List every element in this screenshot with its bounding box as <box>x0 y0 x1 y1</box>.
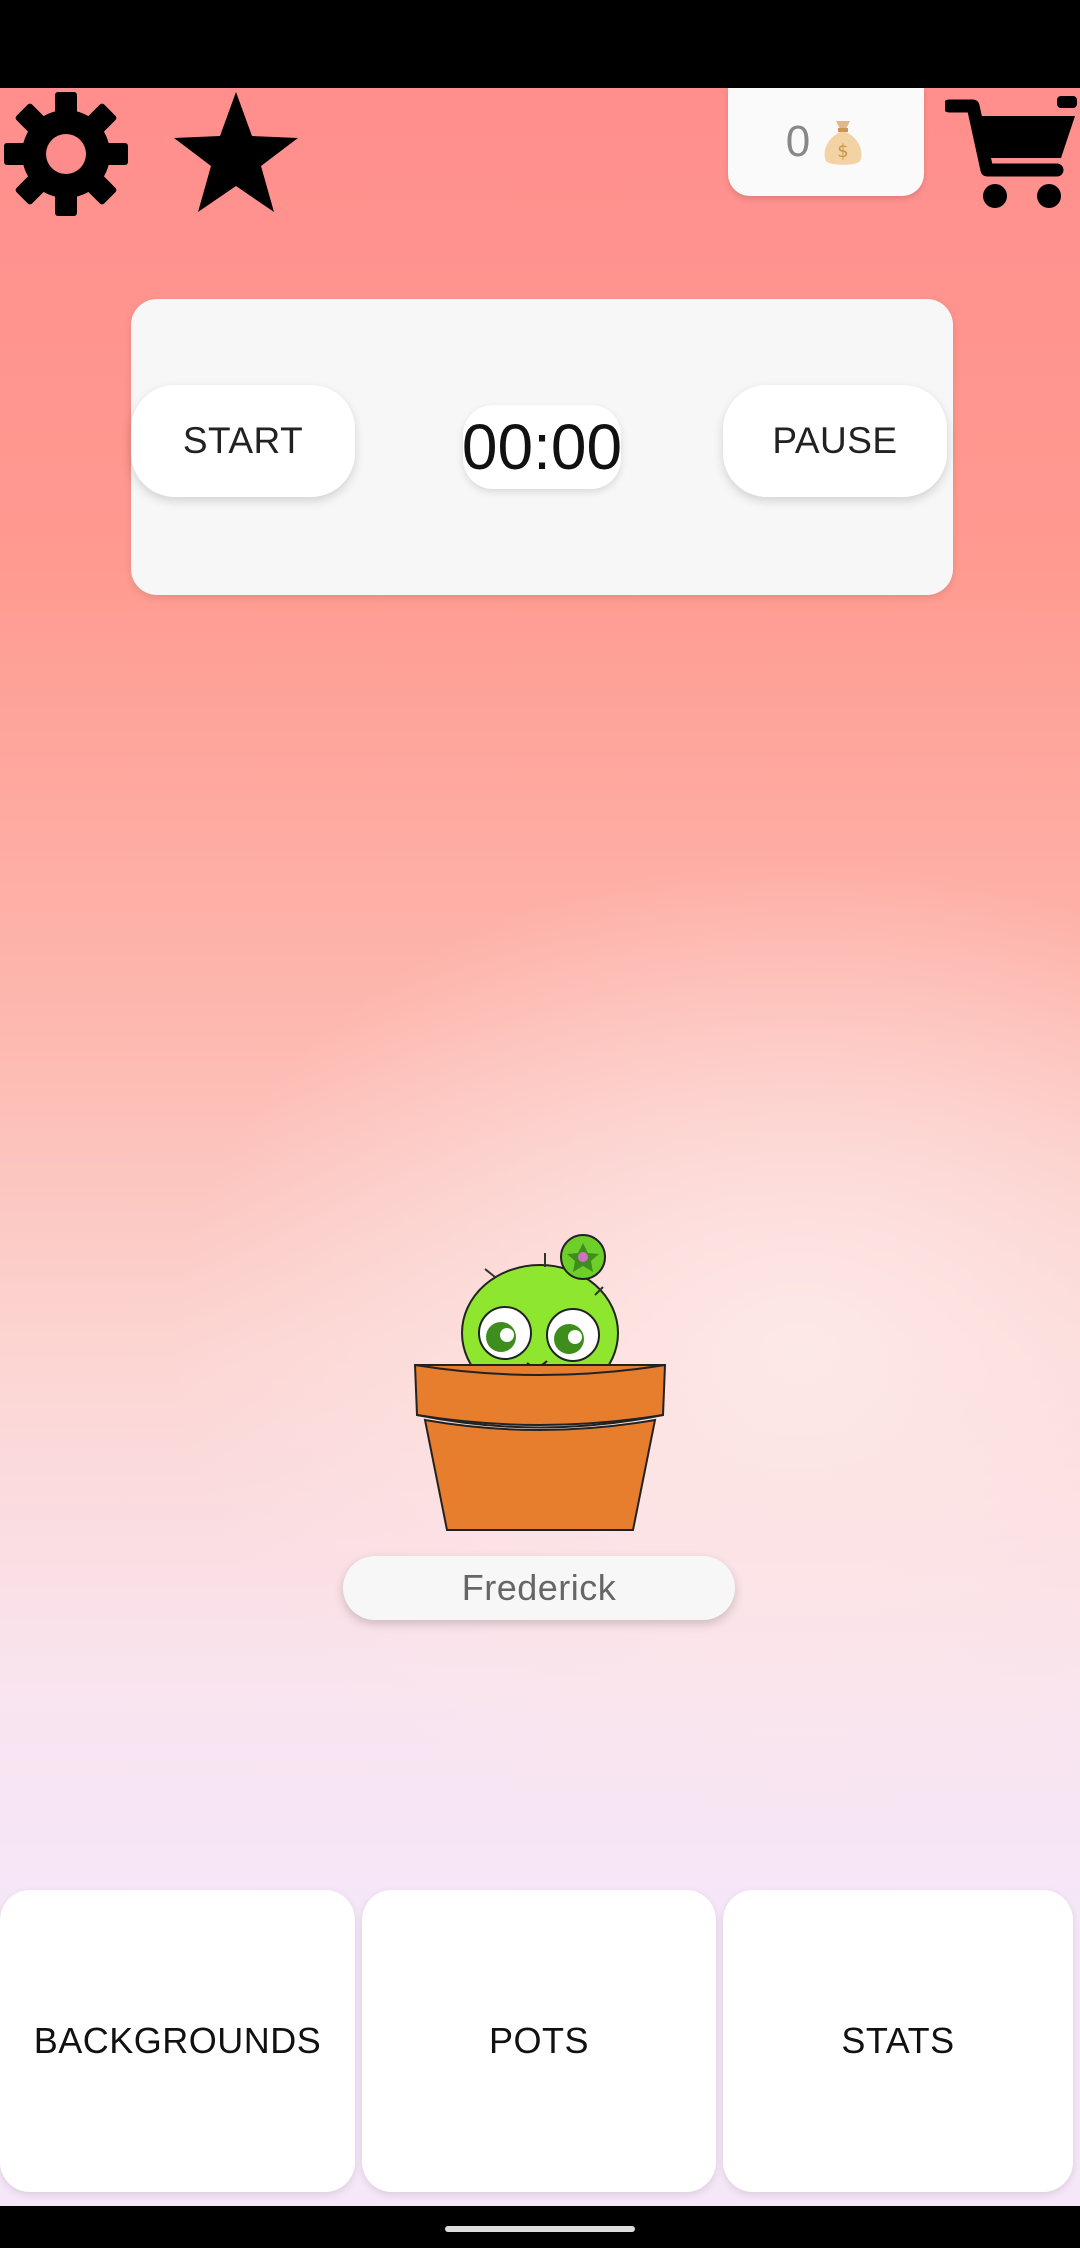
pots-button[interactable]: POTS <box>362 1890 716 2192</box>
coin-balance: 0 $ <box>728 88 924 196</box>
coin-amount: 0 <box>785 117 811 166</box>
timer-card: START 00:00 PAUSE <box>131 299 953 595</box>
timer-display: 00:00 <box>462 405 622 489</box>
star-icon[interactable] <box>170 88 302 220</box>
svg-text:$: $ <box>838 141 849 162</box>
cactus-pet-image[interactable] <box>405 1225 675 1545</box>
stats-button[interactable]: STATS <box>723 1890 1073 2192</box>
app-screen: 0 $ START 00:00 PAUSE Frederick BACKGROU… <box>0 0 1080 2248</box>
home-indicator[interactable] <box>445 2226 635 2232</box>
pause-button[interactable]: PAUSE <box>723 385 947 497</box>
status-bar <box>0 0 1080 88</box>
start-button[interactable]: START <box>131 385 355 497</box>
shopping-cart-icon[interactable] <box>945 92 1080 212</box>
plant-name-field[interactable]: Frederick <box>343 1556 735 1620</box>
backgrounds-button[interactable]: BACKGROUNDS <box>0 1890 355 2192</box>
money-bag-icon: $ <box>824 121 862 165</box>
gear-icon[interactable] <box>0 88 132 220</box>
